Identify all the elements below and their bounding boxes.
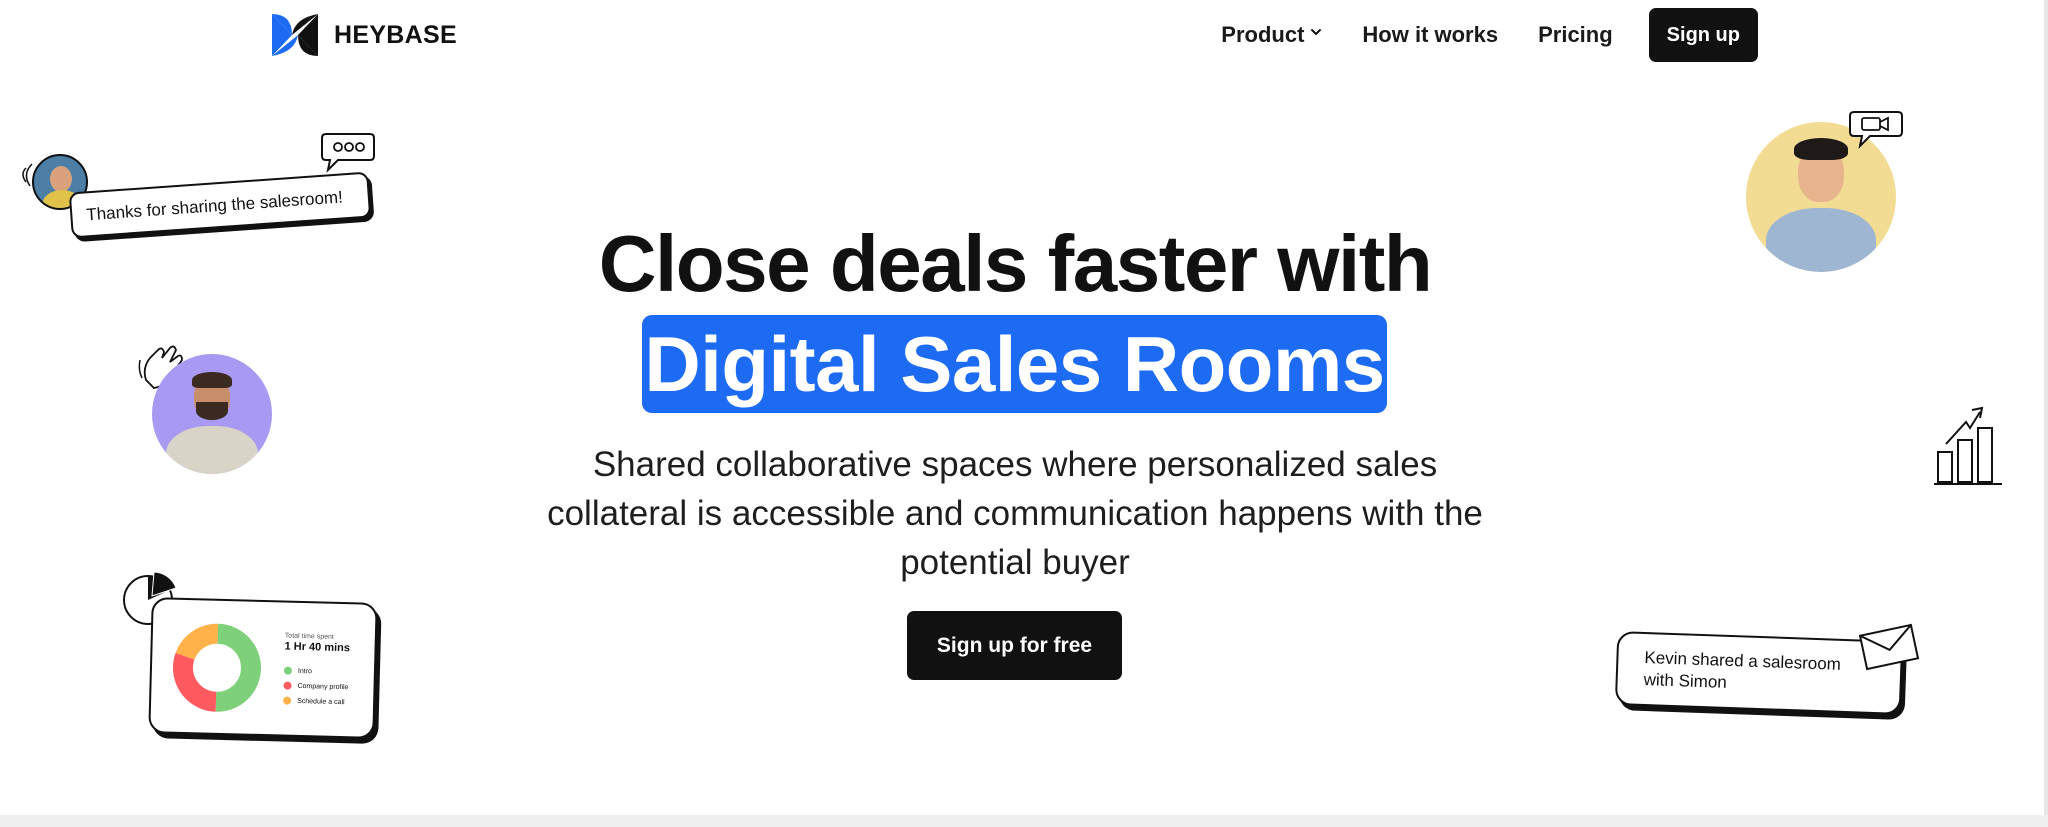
- donut-chart: [172, 623, 261, 712]
- legend-swatch: [283, 696, 292, 705]
- signup-free-button[interactable]: Sign up for free: [907, 611, 1122, 680]
- chat-bubble-card: Thanks for sharing the salesroom!: [68, 171, 372, 239]
- section-divider: [0, 815, 2048, 827]
- legend-label: Schedule a call: [297, 697, 345, 706]
- nav-item-label: How it works: [1362, 22, 1499, 47]
- legend-label: Intro: [297, 667, 313, 675]
- nav-item-label: Pricing: [1538, 22, 1613, 47]
- video-person-decor: [1740, 108, 1910, 278]
- waving-person-decor: [136, 340, 276, 480]
- chevron-down-icon: [1311, 29, 1322, 36]
- top-nav: HEYBASE Product How it works Pricing Sig…: [0, 0, 2048, 72]
- legend-item: Company profile: [283, 681, 349, 692]
- chat-bubble-decor: Thanks for sharing the salesroom!: [18, 130, 378, 250]
- legend-swatch: [283, 681, 292, 690]
- time-spent-value: 1 Hr 40 mins: [284, 640, 351, 655]
- hero-title-highlight: Digital Sales Rooms: [642, 315, 1387, 413]
- scrollbar-track[interactable]: [2044, 0, 2048, 815]
- brand-name: HEYBASE: [334, 20, 457, 49]
- brand-logo[interactable]: HEYBASE: [270, 12, 457, 58]
- hero-subtitle: Shared collaborative spaces where person…: [547, 445, 1483, 582]
- legend-swatch: [283, 666, 293, 675]
- nav-item-pricing[interactable]: Pricing: [1538, 22, 1613, 48]
- time-spent-card-decor: Total time spent 1 Hr 40 mins Intro Comp…: [120, 570, 380, 740]
- avatar: [152, 354, 272, 474]
- time-spent-label: Total time spent: [284, 632, 334, 641]
- nav-signup-button[interactable]: Sign up: [1648, 8, 1758, 62]
- share-card-text-line2: with Simon: [1643, 669, 1728, 692]
- nav-item-label: Product: [1221, 22, 1305, 47]
- speech-bubble-icon: [321, 133, 375, 174]
- growth-chart-icon: [1934, 406, 2002, 485]
- time-spent-card: Total time spent 1 Hr 40 mins Intro Comp…: [148, 597, 378, 739]
- nav-item-product[interactable]: Product: [1221, 22, 1322, 48]
- legend-label: Company profile: [297, 682, 349, 691]
- heybase-logo-icon: [272, 14, 318, 56]
- nav-links: Product How it works Pricing Sign up: [1181, 8, 1758, 62]
- share-card-decor: Kevin shared a salesroom with Simon: [1614, 623, 1920, 734]
- envelope-icon: [1858, 623, 1920, 671]
- video-camera-icon: [1849, 111, 1903, 150]
- chat-bubble-text: Thanks for sharing the salesroom!: [85, 187, 344, 225]
- nav-item-how-it-works[interactable]: How it works: [1362, 22, 1498, 48]
- legend-item: Schedule a call: [283, 696, 345, 707]
- legend-item: Intro: [283, 666, 313, 676]
